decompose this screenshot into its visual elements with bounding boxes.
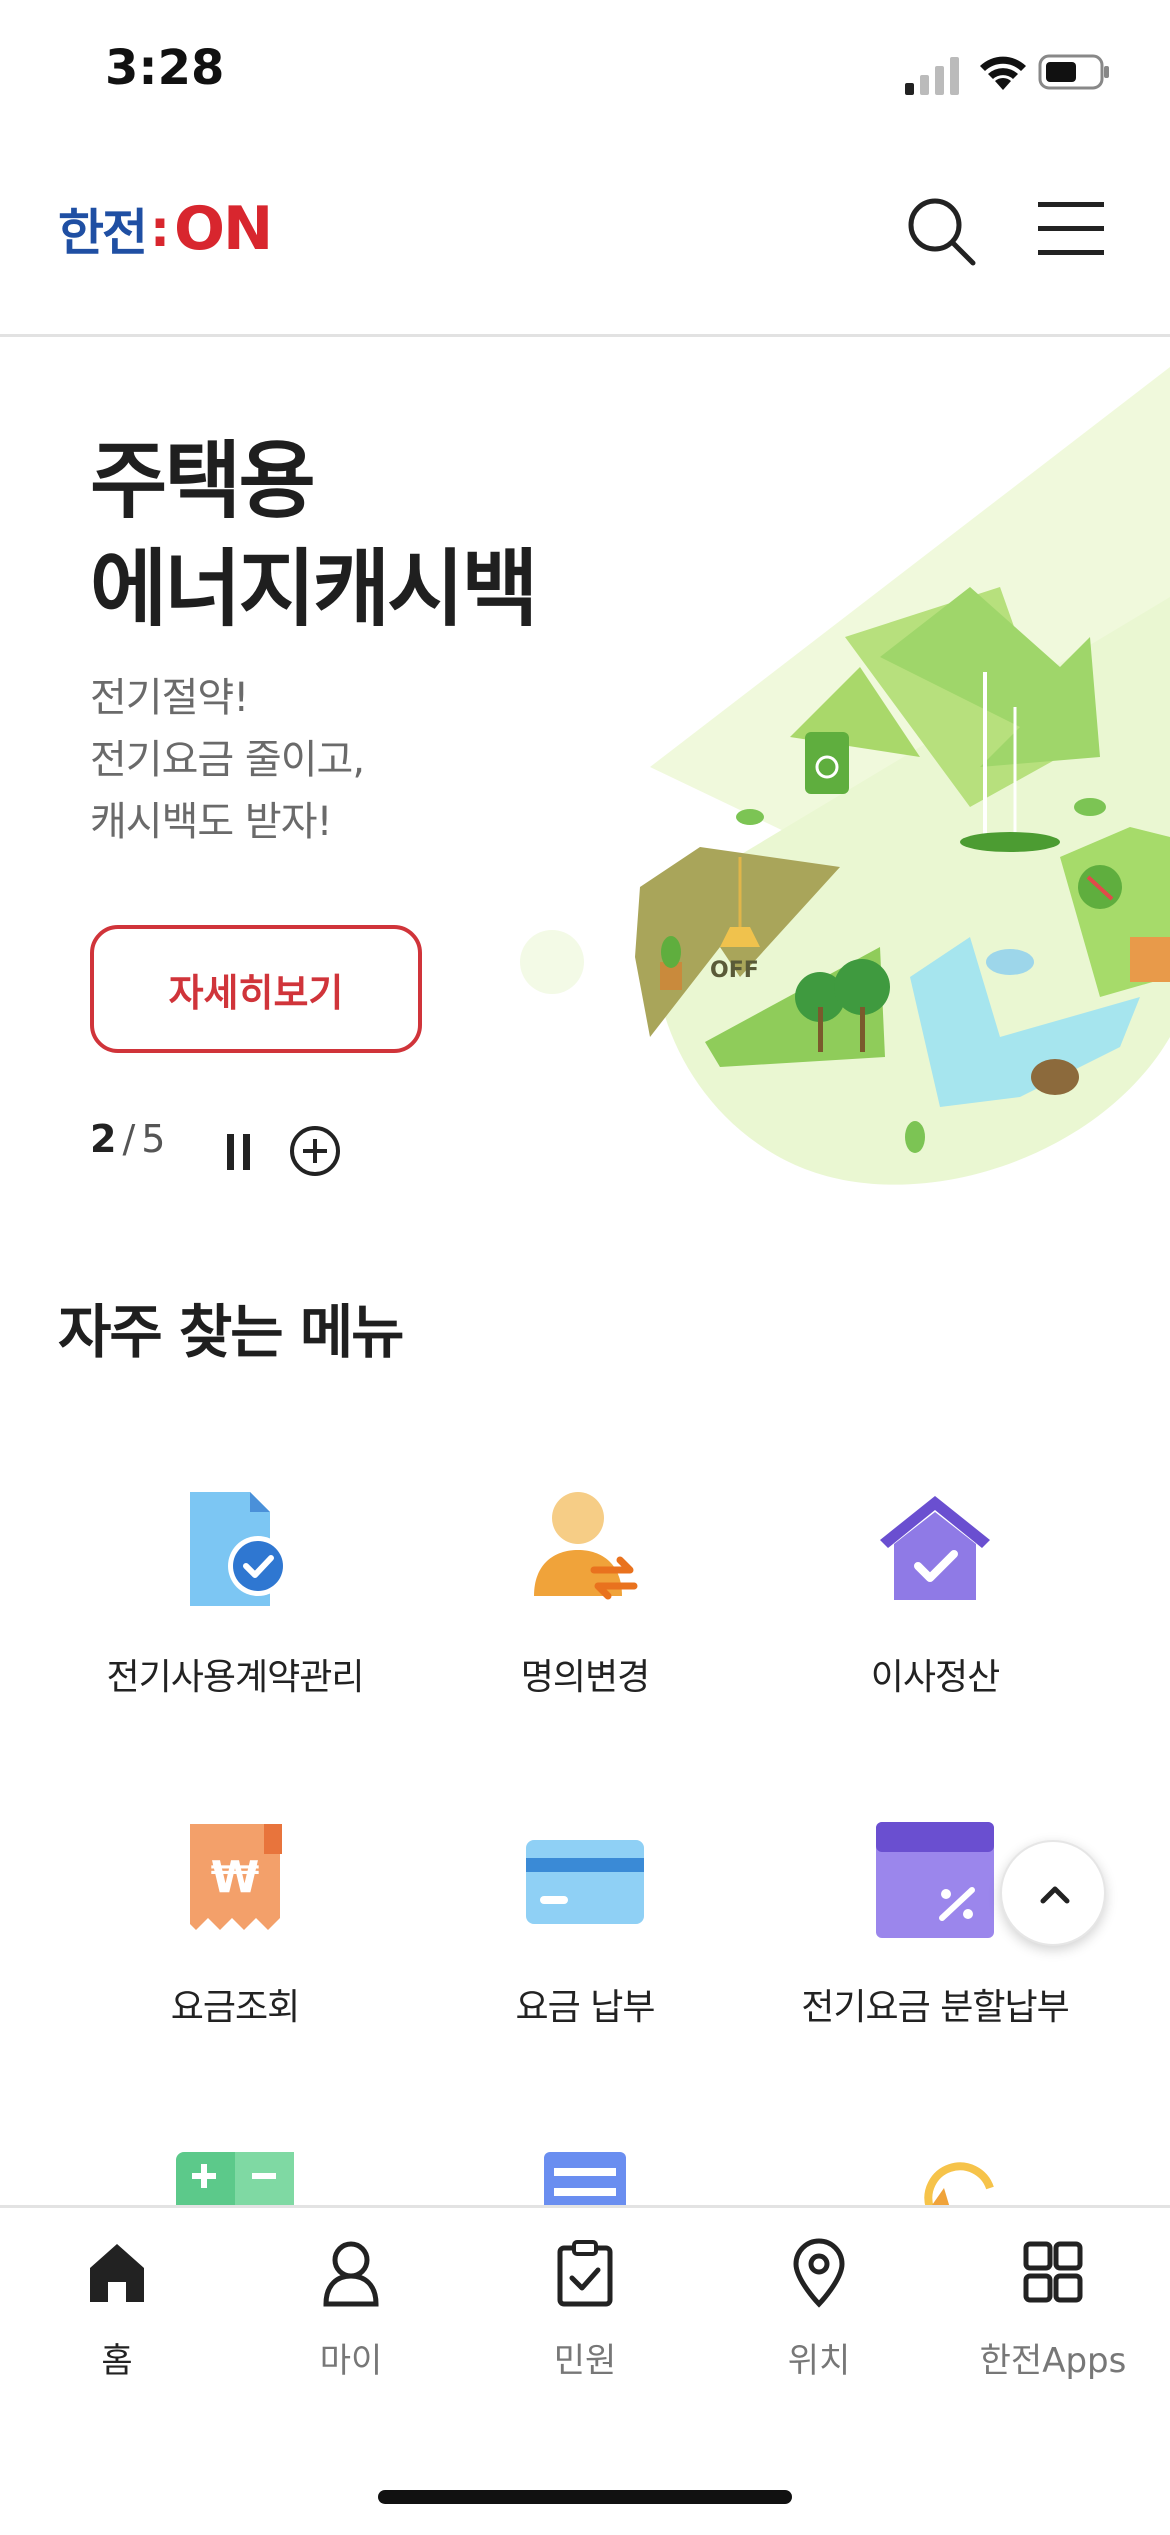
- menu-item-name-change[interactable]: 명의변경: [410, 1488, 760, 1748]
- kepco-on-logo[interactable]: 한전 : ON: [58, 194, 273, 264]
- contract-document-icon: [190, 1492, 288, 1606]
- nav-item-apps[interactable]: 한전Apps: [936, 2238, 1170, 2388]
- pager-total: 5: [141, 1117, 166, 1161]
- credit-card-icon: [526, 1840, 644, 1924]
- svg-text:₩: ₩: [211, 1852, 260, 1903]
- nav-item-home[interactable]: 홈: [0, 2238, 234, 2388]
- hamburger-menu-icon[interactable]: [1038, 198, 1108, 260]
- svg-text:OFF: OFF: [710, 958, 759, 983]
- bill-receipt-icon: ₩: [190, 1824, 282, 1930]
- chevron-up-icon: [1040, 1886, 1070, 1904]
- status-bar: 3:28: [0, 0, 1170, 150]
- battery-icon: [1038, 54, 1109, 90]
- hero-banner[interactable]: OFF 주택용 에너지캐시백 전기절약! 전기요금 줄이고, 캐시백도 받자!: [0, 337, 1170, 1217]
- menu-item-label: 전기사용계약관리: [106, 1657, 365, 1698]
- banner-pager: 2 / 5: [90, 1117, 165, 1161]
- pager-current: 2: [90, 1117, 117, 1161]
- menu-item-bill-payment[interactable]: 요금 납부: [410, 1818, 760, 2078]
- menu-item-moving[interactable]: 이사정산: [760, 1488, 1110, 1748]
- eco-recycle-illustration: OFF: [520, 367, 1170, 1185]
- menu-item-contract[interactable]: 전기사용계약관리: [60, 1488, 410, 1748]
- menu-item-label: 전기요금 분할납부: [801, 1987, 1069, 2028]
- timer-icon: [924, 2162, 994, 2208]
- pause-icon[interactable]: [225, 1130, 255, 1172]
- scroll-to-top-button[interactable]: [1000, 1840, 1106, 1946]
- name-change-person-icon: [534, 1492, 638, 1600]
- status-time: 3:28: [105, 40, 225, 96]
- cellular-signal-icon: [905, 57, 959, 95]
- plus-circle-icon[interactable]: [288, 1124, 342, 1178]
- frequent-menu-title: 자주 찾는 메뉴: [58, 1298, 405, 1366]
- menu-item-label: 명의변경: [520, 1657, 650, 1698]
- wifi-icon: [980, 56, 1026, 90]
- list-document-icon: [544, 2152, 626, 2208]
- menu-item-label: 요금조회: [170, 1987, 300, 2028]
- location-pin-icon: [793, 2238, 845, 2308]
- app-header: 한전 : ON: [0, 150, 1170, 337]
- hero-title: 주택용 에너지캐시백: [90, 432, 539, 638]
- clipboard-check-icon: [557, 2240, 613, 2307]
- menu-item-label: 이사정산: [870, 1657, 1000, 1698]
- pager-separator: /: [122, 1117, 136, 1161]
- moving-house-icon: [880, 1496, 990, 1600]
- home-icon: [90, 2244, 144, 2302]
- nav-item-civil[interactable]: 민원: [468, 2238, 702, 2388]
- more-details-button[interactable]: 자세히보기: [90, 925, 422, 1053]
- installment-calendar-icon: [876, 1822, 994, 1938]
- home-indicator[interactable]: [378, 2490, 792, 2504]
- person-icon: [323, 2241, 379, 2307]
- grid-apps-icon: [1023, 2241, 1083, 2303]
- menu-item-bill-inquiry[interactable]: ₩ 요금조회: [60, 1818, 410, 2078]
- bottom-navigation: 홈 마이 민원 위치 한전Apps: [0, 2205, 1170, 2535]
- nav-item-my[interactable]: 마이: [234, 2238, 468, 2388]
- nav-item-location[interactable]: 위치: [702, 2238, 936, 2388]
- search-icon[interactable]: [905, 195, 977, 267]
- calculator-icon: [176, 2152, 294, 2208]
- hero-subtitle: 전기절약! 전기요금 줄이고, 캐시백도 받자!: [90, 675, 365, 845]
- menu-item-label: 요금 납부: [515, 1987, 656, 2028]
